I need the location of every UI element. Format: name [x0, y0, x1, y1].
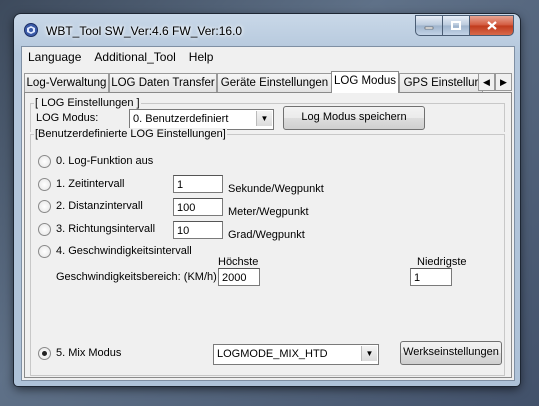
- chevron-down-icon: ▼: [361, 346, 377, 361]
- mix-mode-value: LOGMODE_MIX_HTD: [217, 348, 328, 360]
- distance-interval-unit: Meter/Wegpunkt: [228, 206, 309, 218]
- title-bar[interactable]: WBT_Tool SW_Ver:4.6 FW_Ver:16.0: [14, 14, 520, 46]
- distance-interval-input[interactable]: 100: [173, 198, 223, 216]
- radio-time-interval-label: 1. Zeitintervall: [56, 178, 125, 190]
- radio-log-off[interactable]: [38, 155, 51, 168]
- tab-scroll-right-button[interactable]: ▶: [495, 73, 512, 91]
- direction-interval-input[interactable]: 10: [173, 221, 223, 239]
- radio-time-interval[interactable]: [38, 178, 51, 191]
- time-interval-unit: Sekunde/Wegpunkt: [228, 183, 324, 195]
- client-area: Language Additional_Tool Help Log-Verwal…: [21, 46, 515, 381]
- log-settings-legend: [ LOG Einstellungen ]: [34, 97, 141, 109]
- minimize-icon: [424, 26, 434, 29]
- close-icon: [486, 21, 497, 30]
- menu-help[interactable]: Help: [183, 47, 221, 67]
- min-speed-input[interactable]: 1: [410, 268, 452, 286]
- save-log-mode-button[interactable]: Log Modus speichern: [283, 106, 425, 130]
- tab-geraete-einstellungen[interactable]: Geräte Einstellungen: [217, 73, 332, 92]
- min-speed-label: Niedrigste: [417, 256, 467, 268]
- log-mode-value: 0. Benutzerdefiniert: [133, 113, 229, 125]
- menu-bar: Language Additional_Tool Help: [22, 47, 514, 67]
- max-speed-input[interactable]: 2000: [218, 268, 260, 286]
- chevron-down-icon: ▼: [256, 111, 272, 126]
- close-button[interactable]: [469, 15, 514, 36]
- menu-language[interactable]: Language: [22, 47, 88, 67]
- radio-mix-mode[interactable]: [38, 347, 51, 360]
- radio-speed-interval[interactable]: [38, 245, 51, 258]
- app-icon: [24, 23, 38, 37]
- radio-log-off-label: 0. Log-Funktion aus: [56, 155, 154, 167]
- radio-direction-interval[interactable]: [38, 223, 51, 236]
- tab-strip: Log-Verwaltung LOG Daten Transfer Geräte…: [24, 71, 512, 93]
- custom-settings-legend: [Benutzerdefinierte LOG Einstellungen]: [34, 128, 227, 140]
- maximize-button[interactable]: [442, 15, 469, 36]
- arrow-right-icon: ▶: [500, 77, 507, 87]
- factory-settings-button[interactable]: Werkseinstellungen: [400, 341, 502, 365]
- radio-distance-interval[interactable]: [38, 200, 51, 213]
- mix-mode-select[interactable]: LOGMODE_MIX_HTD ▼: [213, 344, 379, 365]
- radio-direction-interval-label: 3. Richtungsintervall: [56, 223, 156, 235]
- arrow-left-icon: ◀: [483, 77, 490, 87]
- radio-mix-mode-label: 5. Mix Modus: [56, 347, 122, 359]
- app-window: WBT_Tool SW_Ver:4.6 FW_Ver:16.0 Language…: [14, 14, 520, 386]
- tab-log-modus[interactable]: LOG Modus: [331, 71, 399, 93]
- minimize-button[interactable]: [415, 15, 442, 36]
- tab-gps-einstellungen[interactable]: GPS Einstellur: [399, 73, 483, 92]
- radio-distance-interval-label: 2. Distanzintervall: [56, 200, 143, 212]
- max-speed-label: Höchste: [218, 256, 259, 268]
- speed-range-label: Geschwindigkeitsbereich: (KM/h): [56, 271, 217, 283]
- log-mode-label: LOG Modus:: [36, 112, 99, 124]
- tab-log-verwaltung[interactable]: Log-Verwaltung: [24, 73, 109, 92]
- maximize-icon: [451, 21, 461, 30]
- menu-additional-tool[interactable]: Additional_Tool: [88, 47, 182, 67]
- time-interval-input[interactable]: 1: [173, 175, 223, 193]
- tab-scroll-left-button[interactable]: ◀: [478, 73, 495, 91]
- direction-interval-unit: Grad/Wegpunkt: [228, 229, 305, 241]
- log-mode-select[interactable]: 0. Benutzerdefiniert ▼: [129, 109, 274, 130]
- radio-speed-interval-label: 4. Geschwindigkeitsintervall: [56, 245, 192, 257]
- window-title: WBT_Tool SW_Ver:4.6 FW_Ver:16.0: [46, 24, 243, 38]
- tab-log-daten-transfer[interactable]: LOG Daten Transfer: [109, 73, 217, 92]
- log-modus-panel: [ LOG Einstellungen ] LOG Modus: 0. Benu…: [24, 92, 512, 378]
